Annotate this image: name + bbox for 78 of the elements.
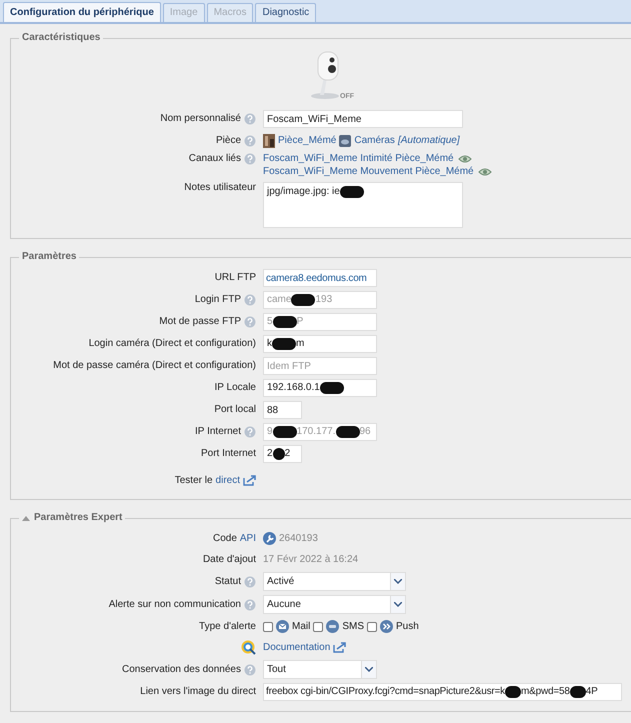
mail-icon bbox=[276, 620, 289, 633]
notes-field[interactable]: jpg/image.jpg: ie bbox=[263, 182, 463, 228]
input-field[interactable]: freebox cgi-bin/CGIProxy.fcgi?cmd=snapPicture2&usr=k m&pwd=58 4P bbox=[263, 683, 622, 701]
field-label: IP Internet bbox=[195, 426, 241, 438]
redaction-mark bbox=[272, 448, 285, 460]
tab[interactable]: Configuration du périphérique bbox=[3, 2, 161, 22]
section-title: Paramètres Expert bbox=[34, 512, 122, 524]
value-text: 17 Févr 2022 à 16:24 bbox=[263, 554, 358, 566]
eye-icon bbox=[478, 167, 492, 177]
input-field[interactable]: 192.168.0.1 bbox=[263, 379, 377, 397]
field-label: Mot de passe caméra (Direct et configuration) bbox=[53, 360, 256, 372]
field-label: Login caméra (Direct et configuration) bbox=[88, 338, 256, 350]
channel-link[interactable]: Foscam_WiFi_Meme Mouvement Pièce_Mémé bbox=[263, 166, 474, 178]
field-label: Pièce bbox=[216, 134, 241, 146]
input-field[interactable]: camera8.eedomus.com bbox=[263, 269, 377, 287]
field-label: Tester le bbox=[174, 474, 213, 486]
field-label: Nom personnalisé bbox=[160, 113, 241, 125]
link[interactable]: Pièce_Mémé bbox=[278, 134, 336, 146]
value-text: 2640193 bbox=[279, 532, 318, 544]
field-label: URL FTP bbox=[214, 272, 256, 284]
field-label: Mot de passe FTP bbox=[159, 316, 241, 328]
redaction-mark bbox=[570, 686, 586, 698]
wrench-icon bbox=[263, 532, 276, 545]
option-label: Mail bbox=[292, 620, 310, 632]
redaction-mark bbox=[272, 338, 296, 350]
eye-icon bbox=[458, 154, 472, 164]
input-field[interactable]: Foscam_WiFi_Meme bbox=[263, 110, 463, 128]
field-label: Statut bbox=[214, 576, 241, 588]
input-field[interactable]: 88 bbox=[263, 401, 302, 419]
field-label: IP Locale bbox=[214, 382, 256, 394]
checkbox[interactable] bbox=[263, 622, 273, 632]
field-label: Conservation des données bbox=[122, 664, 241, 676]
checkbox[interactable] bbox=[313, 622, 324, 632]
checkbox[interactable] bbox=[367, 622, 378, 632]
external-link-icon[interactable] bbox=[333, 642, 346, 653]
dropdown[interactable]: Activé bbox=[263, 572, 406, 591]
input-field[interactable]: k m bbox=[263, 335, 377, 353]
field-label: Type d'alerte bbox=[199, 620, 256, 632]
redaction-mark bbox=[336, 426, 360, 438]
redaction-mark bbox=[272, 426, 297, 438]
field-label: Port local bbox=[214, 404, 256, 416]
magnifier-icon bbox=[241, 640, 256, 655]
dropdown[interactable]: Aucune bbox=[263, 595, 406, 614]
collapse-icon[interactable] bbox=[22, 515, 30, 521]
field-label: Port Internet bbox=[200, 448, 256, 460]
redaction-mark bbox=[272, 316, 297, 328]
option-label: SMS bbox=[342, 620, 364, 632]
field-label: Date d'ajout bbox=[202, 554, 256, 566]
field-label: Alerte sur non communication bbox=[108, 598, 241, 610]
section-title: Paramètres bbox=[22, 251, 76, 263]
field-label: Lien vers l'image du direct bbox=[140, 686, 256, 698]
link[interactable]: [Automatique] bbox=[398, 134, 460, 146]
direct-link[interactable]: direct bbox=[216, 474, 240, 486]
redaction-mark bbox=[291, 294, 316, 306]
field-label: Code bbox=[212, 532, 237, 544]
redaction-mark bbox=[504, 686, 521, 698]
channel-link[interactable]: Foscam_WiFi_Meme Intimité Pièce_Mémé bbox=[263, 153, 454, 165]
api-link[interactable]: API bbox=[240, 532, 256, 544]
section-title: Caractéristiques bbox=[22, 32, 100, 44]
field-label: Canaux liés bbox=[188, 153, 241, 165]
caret-icon bbox=[394, 602, 402, 607]
push-icon bbox=[380, 620, 394, 633]
input-field[interactable]: Idem FTP bbox=[263, 357, 377, 375]
field-label: Notes utilisateur bbox=[184, 182, 256, 194]
input-field[interactable]: 2 2 bbox=[263, 445, 302, 463]
field-label: Login FTP bbox=[194, 294, 241, 306]
dropdown[interactable]: Tout bbox=[263, 660, 377, 679]
link[interactable]: Caméras bbox=[354, 134, 395, 146]
caret-icon bbox=[394, 579, 402, 584]
caret-icon bbox=[365, 667, 373, 672]
camera-drawing bbox=[308, 50, 342, 100]
camera-category-icon bbox=[339, 134, 352, 146]
external-link-icon[interactable] bbox=[243, 475, 256, 486]
tab[interactable]: Diagnostic bbox=[255, 3, 316, 22]
room-icon bbox=[263, 134, 275, 148]
documentation-link[interactable]: Documentation bbox=[263, 642, 330, 654]
sms-icon bbox=[326, 620, 340, 633]
option-label: Push bbox=[396, 620, 419, 632]
